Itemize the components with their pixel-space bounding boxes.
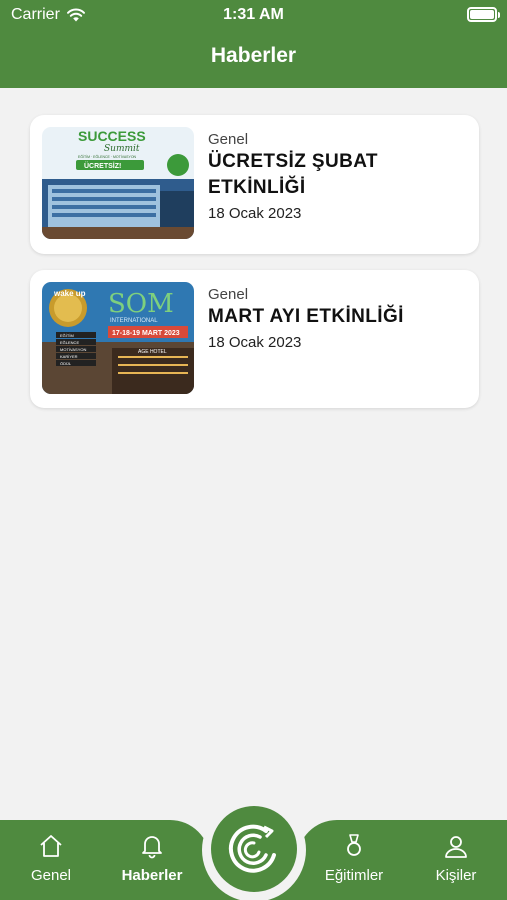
status-bar: Carrier 1:31 AM [0, 0, 507, 32]
svg-text:EĞİTİM: EĞİTİM [60, 333, 74, 338]
image-heading: SOM [108, 289, 174, 319]
svg-text:ÖDÜL: ÖDÜL [60, 361, 72, 366]
svg-text:MOTİVASYON: MOTİVASYON [60, 347, 86, 352]
home-icon [40, 835, 62, 857]
bell-icon [142, 836, 162, 859]
tab-egitimler[interactable]: Eğitimler [309, 830, 399, 884]
image-hotel: AGE HOTEL [138, 349, 167, 355]
page-title: Haberler [210, 44, 297, 67]
tab-label: Eğitimler [324, 867, 384, 884]
tab-genel[interactable]: Genel [6, 830, 96, 884]
image-heading: SUCCESS [78, 128, 146, 144]
app-header: Carrier 1:31 AM Haberler [0, 0, 507, 88]
svg-text:KARİYER: KARİYER [60, 354, 78, 359]
news-card[interactable]: SUCCESS Summit EĞİTİM · EĞLENCE · MOTİVA… [30, 115, 479, 254]
news-card[interactable]: wake up SOM INTERNATIONAL 17-18-19 MART … [30, 270, 479, 408]
news-date: 18 Ocak 2023 [208, 205, 302, 222]
battery-icon [467, 7, 500, 22]
medal-icon [347, 834, 361, 856]
news-thumbnail: wake up SOM INTERNATIONAL 17-18-19 MART … [42, 282, 194, 394]
svg-text:EĞLENCE: EĞLENCE [60, 340, 79, 345]
tab-kisiler[interactable]: Kişiler [411, 830, 501, 884]
news-date: 18 Ocak 2023 [208, 334, 302, 351]
status-time: 1:31 AM [223, 6, 284, 23]
news-category: Genel [208, 131, 249, 148]
tab-label: Kişiler [435, 867, 477, 884]
news-title: MART AYI ETKİNLİĞİ [208, 306, 404, 327]
news-title: ÜCRETSİZ ŞUBAT ETKİNLİĞİ [208, 151, 378, 198]
swirl-logo-icon [228, 824, 276, 873]
tab-label: Haberler [121, 867, 183, 884]
image-badge: wake up [53, 289, 86, 298]
news-list: SUCCESS Summit EĞİTİM · EĞLENCE · MOTİVA… [30, 115, 479, 424]
center-logo-button[interactable] [211, 806, 297, 892]
tab-bar: Genel Haberler Eğitimler Kişiler [0, 798, 507, 900]
tab-label: Genel [30, 867, 72, 884]
person-icon [445, 836, 467, 858]
image-tagline: EĞİTİM · EĞLENCE · MOTİVASYON [78, 154, 137, 159]
news-category: Genel [208, 286, 249, 303]
news-thumbnail: SUCCESS Summit EĞİTİM · EĞLENCE · MOTİVA… [42, 127, 194, 239]
image-sub: INTERNATIONAL [110, 318, 158, 324]
image-ribbon: ÜCRETSİZ! [84, 161, 121, 170]
image-script: Summit [104, 144, 140, 154]
image-dates: 17-18-19 MART 2023 [112, 330, 180, 337]
tab-haberler[interactable]: Haberler [107, 830, 197, 884]
